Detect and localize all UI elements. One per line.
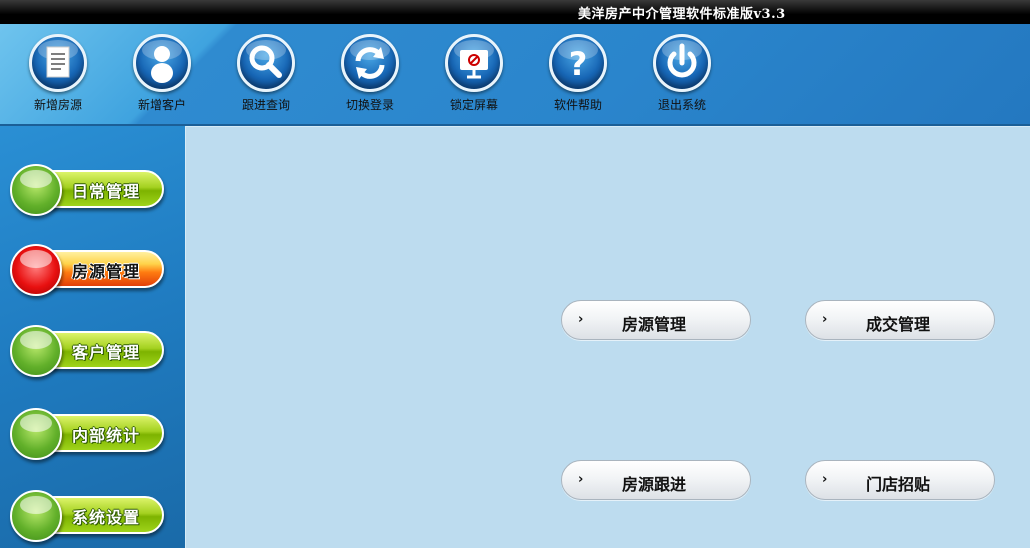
window-title: 美洋房产中介管理软件标准版v3.3 (578, 7, 786, 22)
search-icon (237, 34, 295, 92)
store-poster-button[interactable]: › 门店招贴 (805, 460, 995, 500)
toolbar-followup-query-button[interactable]: 跟进查询 (221, 34, 311, 113)
power-icon (653, 34, 711, 92)
toolbar-label: 新增客户 (137, 98, 186, 112)
sidebar-item-settings[interactable]: 系统设置 (10, 490, 164, 542)
toolbar-label: 软件帮助 (553, 98, 602, 112)
svg-text:?: ? (569, 45, 588, 83)
document-icon (29, 34, 87, 92)
toolbar-add-property-button[interactable]: 新增房源 (13, 34, 103, 113)
sidebar-orb-icon (10, 408, 62, 460)
chevron-right-icon: › (822, 312, 828, 327)
toolbar-label: 锁定屏幕 (449, 98, 498, 112)
toolbar-exit-button[interactable]: 退出系统 (637, 34, 727, 113)
title-bar: 美洋房产中介管理软件标准版v3.3 (0, 0, 1030, 24)
sidebar-item-label: 房源管理 (72, 262, 141, 281)
sidebar: 日常管理 房源管理 客户管理 内部统计 系统设置 (0, 126, 185, 548)
sidebar-item-property[interactable]: 房源管理 (10, 244, 164, 296)
sidebar-item-statistics[interactable]: 内部统计 (10, 408, 164, 460)
toolbar: 新增房源 新增客户 跟进查询 切换登录 锁定屏幕 ? 软件帮助 退出系统 (0, 24, 1030, 126)
sidebar-orb-icon (10, 244, 62, 296)
sidebar-item-customer[interactable]: 客户管理 (10, 325, 164, 377)
chevron-right-icon: › (822, 472, 828, 487)
user-icon (133, 34, 191, 92)
toolbar-label: 新增房源 (33, 98, 82, 112)
chevron-right-icon: › (578, 312, 584, 327)
sidebar-item-label: 日常管理 (72, 182, 141, 201)
toolbar-label: 跟进查询 (241, 98, 290, 112)
refresh-icon (341, 34, 399, 92)
toolbar-label: 切换登录 (345, 98, 394, 112)
sidebar-item-label: 系统设置 (72, 508, 141, 527)
toolbar-label: 退出系统 (657, 98, 706, 112)
deal-management-button[interactable]: › 成交管理 (805, 300, 995, 340)
toolbar-switch-login-button[interactable]: 切换登录 (325, 34, 415, 113)
sidebar-item-label: 客户管理 (72, 343, 141, 362)
sidebar-orb-icon (10, 164, 62, 216)
button-label: 门店招贴 (866, 475, 931, 494)
sidebar-item-daily[interactable]: 日常管理 (10, 164, 164, 216)
property-followup-button[interactable]: › 房源跟进 (561, 460, 751, 500)
button-label: 房源跟进 (622, 475, 687, 494)
chevron-right-icon: › (578, 472, 584, 487)
toolbar-lock-screen-button[interactable]: 锁定屏幕 (429, 34, 519, 113)
main-panel: › 房源管理 › 成交管理 › 房源跟进 › 门店招贴 (185, 126, 1030, 548)
property-management-button[interactable]: › 房源管理 (561, 300, 751, 340)
button-label: 房源管理 (622, 315, 687, 334)
help-icon: ? (549, 34, 607, 92)
sidebar-orb-icon (10, 325, 62, 377)
toolbar-add-customer-button[interactable]: 新增客户 (117, 34, 207, 113)
monitor-lock-icon (445, 34, 503, 92)
button-label: 成交管理 (866, 315, 931, 334)
toolbar-help-button[interactable]: ? 软件帮助 (533, 34, 623, 113)
sidebar-item-label: 内部统计 (72, 426, 141, 445)
sidebar-orb-icon (10, 490, 62, 542)
